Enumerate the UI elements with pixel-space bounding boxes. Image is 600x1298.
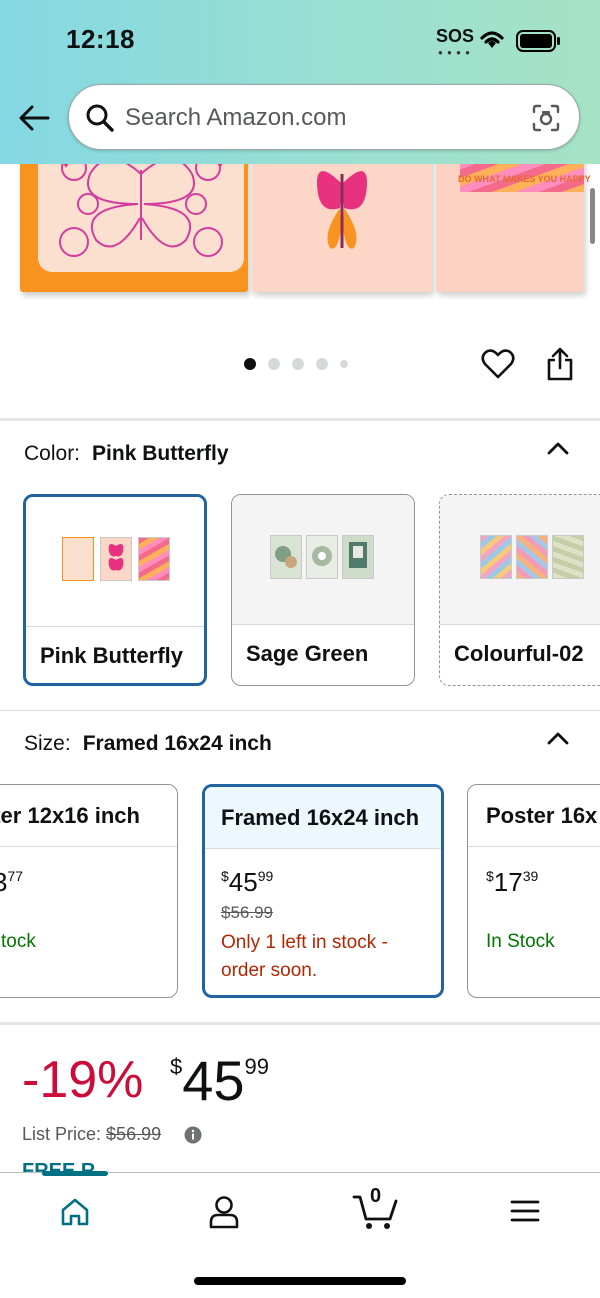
size-option-price: $1739 — [486, 867, 539, 897]
camera-search-icon[interactable] — [531, 103, 561, 133]
battery-icon — [516, 30, 560, 52]
selected-color-value: Pink Butterfly — [92, 442, 229, 465]
size-option-stock: Only 1 left in stock - order soon. — [221, 932, 388, 981]
swatch-thumbnail — [232, 495, 414, 625]
bottom-navigation: 0 — [0, 1171, 600, 1298]
size-option-stock: In Stock — [486, 931, 555, 952]
image-scrollbar[interactable] — [590, 188, 595, 244]
size-option-title: Poster 16x — [468, 785, 600, 847]
pagination-dot[interactable] — [268, 358, 280, 370]
list-price: List Price: $56.99 — [22, 1124, 162, 1144]
size-option-poster-12x16[interactable]: ster 12x16 inch 377 tock — [0, 784, 178, 998]
swatch-thumbnail — [440, 495, 600, 625]
product-image-panel — [252, 164, 432, 292]
pagination-dot[interactable] — [292, 358, 304, 370]
wifi-icon — [480, 31, 504, 48]
back-arrow-icon[interactable] — [16, 100, 52, 136]
status-sos: SOS — [436, 26, 475, 46]
discount-percentage: -19% — [22, 1051, 144, 1109]
size-option-price: 377 — [0, 867, 24, 897]
search-bar[interactable] — [68, 84, 580, 150]
butterfly-art — [59, 164, 223, 257]
size-option-list-price: $56.99 — [221, 903, 273, 922]
color-option-sage-green[interactable]: Sage Green — [231, 494, 415, 686]
color-option-pink-butterfly[interactable]: Pink Butterfly — [23, 494, 207, 686]
color-option-colourful-02[interactable]: Colourful-02 — [439, 494, 600, 686]
sos-signal-dots: ● ● ● ● — [438, 48, 471, 57]
current-price: $4599 — [170, 1049, 270, 1112]
size-option-price: $4599 — [221, 867, 274, 897]
info-icon[interactable] — [184, 1126, 202, 1144]
home-icon[interactable] — [60, 1197, 90, 1227]
menu-icon[interactable] — [510, 1199, 540, 1223]
section-divider — [0, 710, 600, 711]
section-divider — [0, 418, 600, 421]
cart-button[interactable]: 0 — [352, 1185, 400, 1231]
swatch-label: Pink Butterfly — [40, 643, 184, 668]
size-option-title: ster 12x16 inch — [0, 785, 177, 847]
account-icon[interactable] — [208, 1195, 240, 1229]
pagination-dot[interactable] — [316, 358, 328, 370]
chevron-up-icon[interactable] — [546, 730, 570, 746]
swatch-thumbnail — [26, 497, 204, 627]
product-image-carousel[interactable]: DO WHAT MAKES YOU HAPPY — [0, 164, 600, 300]
app-header: 12:18 SOS ● ● ● ● — [0, 0, 600, 164]
search-input[interactable] — [125, 100, 515, 136]
swatch-label: Colourful-02 — [454, 641, 584, 666]
carousel-pagination[interactable] — [244, 358, 348, 370]
pagination-dot[interactable] — [244, 358, 256, 370]
swatch-label: Sage Green — [246, 641, 369, 666]
size-label: Size: Framed 16x24 inch — [24, 732, 272, 755]
product-image-panel — [20, 164, 248, 292]
cart-count: 0 — [370, 1185, 382, 1207]
search-icon — [86, 104, 114, 132]
status-time: 12:18 — [66, 24, 135, 54]
nav-active-indicator — [42, 1171, 108, 1176]
butterfly-art — [317, 171, 367, 249]
size-option-framed-16x24[interactable]: Framed 16x24 inch $4599 $56.99 Only 1 le… — [202, 784, 444, 998]
size-option-poster-16x[interactable]: Poster 16x $1739 In Stock — [467, 784, 600, 998]
selected-size-value: Framed 16x24 inch — [82, 732, 272, 755]
size-option-stock: tock — [1, 931, 36, 952]
section-divider — [0, 1022, 600, 1025]
heart-icon[interactable] — [481, 348, 515, 380]
size-option-title: Framed 16x24 inch — [205, 787, 441, 849]
chevron-up-icon[interactable] — [546, 440, 570, 456]
image-slogan-text: DO WHAT MAKES YOU HAPPY — [458, 174, 591, 184]
pagination-dot[interactable] — [340, 360, 348, 368]
home-indicator-bar[interactable] — [194, 1277, 406, 1285]
share-icon[interactable] — [546, 346, 574, 382]
color-label: Color: Pink Butterfly — [24, 442, 229, 465]
product-image-panel: DO WHAT MAKES YOU HAPPY — [436, 164, 591, 292]
